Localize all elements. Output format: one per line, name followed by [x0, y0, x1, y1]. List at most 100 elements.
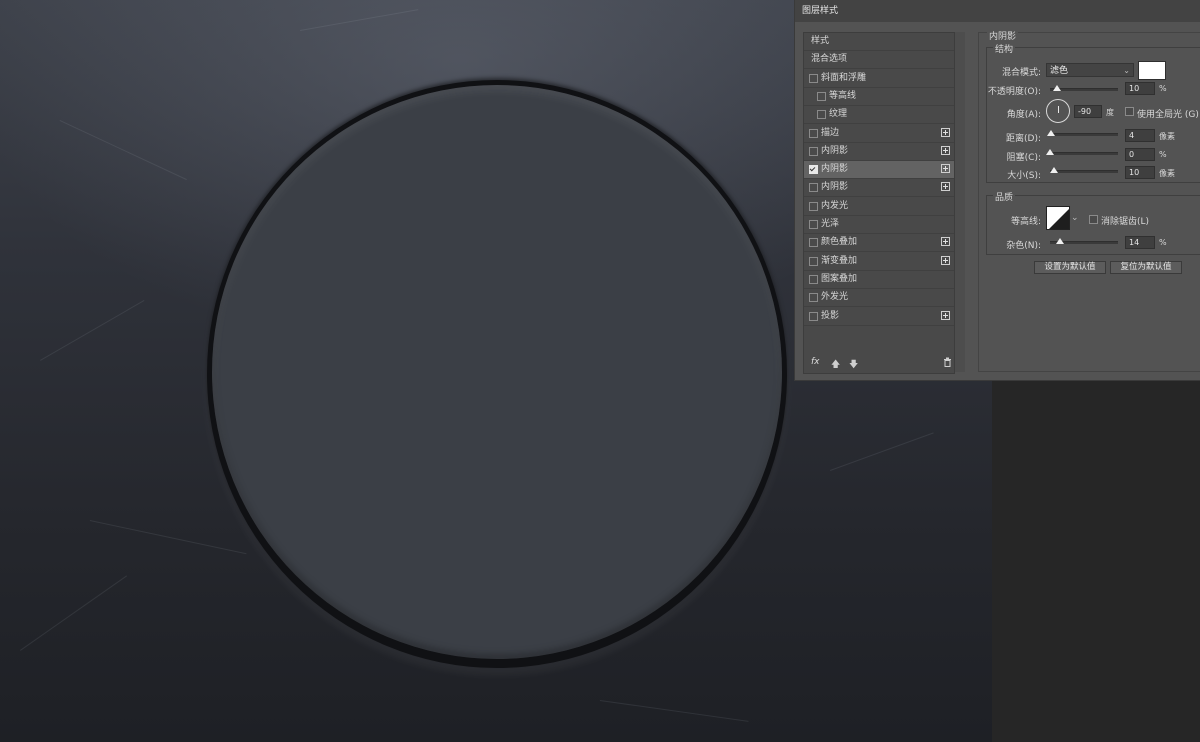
distance-unit: 像素: [1159, 132, 1175, 141]
style-item[interactable]: 颜色叠加: [804, 234, 954, 252]
add-style-icon[interactable]: [941, 311, 950, 320]
dialog-title[interactable]: 图层样式: [795, 0, 1200, 22]
chevron-down-icon: ⌄: [1123, 66, 1130, 75]
style-item[interactable]: 渐变叠加: [804, 253, 954, 271]
add-style-icon[interactable]: [941, 146, 950, 155]
style-checkbox[interactable]: [809, 257, 818, 266]
contour-picker[interactable]: [1046, 206, 1070, 230]
noise-input[interactable]: 14: [1125, 236, 1155, 249]
style-item-label: 内阴影: [821, 182, 849, 192]
blend-mode-value: 滤色: [1050, 66, 1069, 76]
style-item-label: 等高线: [829, 91, 857, 101]
style-item[interactable]: 内阴影: [804, 179, 954, 197]
blend-color-swatch[interactable]: [1138, 61, 1166, 80]
style-checkbox[interactable]: [809, 74, 818, 83]
size-input[interactable]: 10: [1125, 166, 1155, 179]
angle-input[interactable]: -90: [1074, 105, 1102, 118]
fx-icon[interactable]: fx: [811, 357, 820, 367]
angle-label: 角度(A):: [1006, 110, 1041, 120]
inner-shadow-settings: 内阴影 结构 混合模式: 滤色 ⌄ 不透明度(O): 10 % 角度(A): -…: [978, 29, 1200, 372]
structure-title: 结构: [993, 42, 1016, 55]
trash-icon[interactable]: [943, 357, 952, 370]
angle-dial[interactable]: [1046, 99, 1070, 123]
style-item-label: 光泽: [821, 219, 840, 229]
choke-slider-thumb[interactable]: [1046, 149, 1054, 155]
contour-graph: [1049, 209, 1069, 229]
quality-title: 品质: [993, 190, 1016, 203]
style-checkbox[interactable]: [817, 110, 826, 119]
move-down-icon[interactable]: 🡇: [849, 357, 858, 373]
styles-list-panel: 投影 外发光 图案叠加 渐变叠加 颜色叠加 光泽 内发光 内阴影 内阴影 内阴影 描边 纹理 等高线 斜面…: [803, 32, 955, 374]
noise-slider-thumb[interactable]: [1055, 238, 1064, 244]
style-item[interactable]: 等高线: [804, 88, 954, 106]
style-item[interactable]: 投影: [804, 308, 954, 326]
blend-mode-label: 混合模式:: [1001, 68, 1041, 78]
distance-input[interactable]: 4: [1125, 129, 1155, 142]
style-checkbox[interactable]: [809, 183, 818, 192]
contour-chevron-icon[interactable]: ⌄: [1071, 213, 1079, 223]
style-checkbox[interactable]: [809, 129, 818, 138]
size-slider[interactable]: [1050, 167, 1118, 173]
style-item[interactable]: 外发光: [804, 289, 954, 307]
reset-default-button[interactable]: 复位为默认值: [1110, 261, 1182, 274]
circle-shape: [212, 85, 782, 659]
opacity-label: 不透明度(O):: [987, 87, 1041, 97]
add-style-icon[interactable]: [941, 164, 950, 173]
move-up-icon[interactable]: 🡅: [831, 357, 840, 373]
style-item-label: 斜面和浮雕: [821, 73, 867, 83]
style-item[interactable]: 样式: [804, 33, 954, 51]
angle-unit: 度: [1106, 108, 1114, 117]
noise-unit: %: [1159, 238, 1167, 247]
style-item[interactable]: 图案叠加: [804, 271, 954, 289]
opacity-slider-thumb[interactable]: [1052, 85, 1061, 91]
add-style-icon[interactable]: [941, 237, 950, 246]
distance-slider[interactable]: [1047, 130, 1118, 136]
size-slider-thumb[interactable]: [1050, 167, 1059, 173]
global-light-label: 使用全局光 (G): [1137, 110, 1199, 120]
choke-input[interactable]: 0: [1125, 148, 1155, 161]
style-item-label: 内阴影: [821, 164, 849, 174]
style-item[interactable]: 内阴影: [804, 143, 954, 161]
style-item-label: 纹理: [829, 109, 848, 119]
size-label: 大小(S):: [1007, 171, 1041, 181]
style-checkbox[interactable]: [809, 220, 818, 229]
style-item[interactable]: 光泽: [804, 216, 954, 234]
style-item-label: 图案叠加: [821, 274, 858, 284]
opacity-slider[interactable]: [1050, 85, 1118, 91]
contour-label: 等高线:: [1010, 217, 1041, 227]
style-checkbox[interactable]: [809, 202, 818, 211]
style-checkbox[interactable]: [809, 275, 818, 284]
blend-mode-select[interactable]: 滤色 ⌄: [1046, 63, 1134, 77]
style-item-label: 描边: [821, 128, 840, 138]
style-checkbox[interactable]: [809, 293, 818, 302]
style-checkbox[interactable]: [809, 312, 818, 321]
noise-slider[interactable]: [1050, 238, 1118, 244]
style-item-label: 内阴影: [821, 146, 849, 156]
choke-label: 阻塞(C):: [1006, 153, 1041, 163]
style-item[interactable]: 内发光: [804, 198, 954, 216]
style-item-label: 内发光: [821, 201, 849, 211]
set-default-button[interactable]: 设置为默认值: [1034, 261, 1106, 274]
styles-scrollbar[interactable]: [955, 32, 965, 372]
antialias-checkbox[interactable]: [1089, 215, 1098, 224]
noise-label: 杂色(N):: [1006, 241, 1041, 251]
global-light-checkbox[interactable]: [1125, 107, 1134, 116]
style-checkbox[interactable]: [809, 238, 818, 247]
add-style-icon[interactable]: [941, 182, 950, 191]
style-checkbox[interactable]: [809, 147, 818, 156]
opacity-input[interactable]: 10: [1125, 82, 1155, 95]
add-style-icon[interactable]: [941, 256, 950, 265]
style-item[interactable]: 内阴影: [804, 161, 954, 179]
style-item[interactable]: 混合选项: [804, 51, 954, 69]
choke-slider[interactable]: [1046, 149, 1118, 155]
style-item[interactable]: 描边: [804, 125, 954, 143]
distance-slider-thumb[interactable]: [1047, 130, 1056, 136]
section-title: 内阴影: [987, 29, 1019, 42]
add-style-icon[interactable]: [941, 128, 950, 137]
style-item[interactable]: 斜面和浮雕: [804, 70, 954, 88]
style-checkbox[interactable]: [817, 92, 826, 101]
canvas-edge-panel: [992, 380, 1200, 742]
style-checkbox[interactable]: [809, 165, 818, 174]
style-item[interactable]: 纹理: [804, 106, 954, 124]
style-item-label: 混合选项: [811, 54, 848, 64]
